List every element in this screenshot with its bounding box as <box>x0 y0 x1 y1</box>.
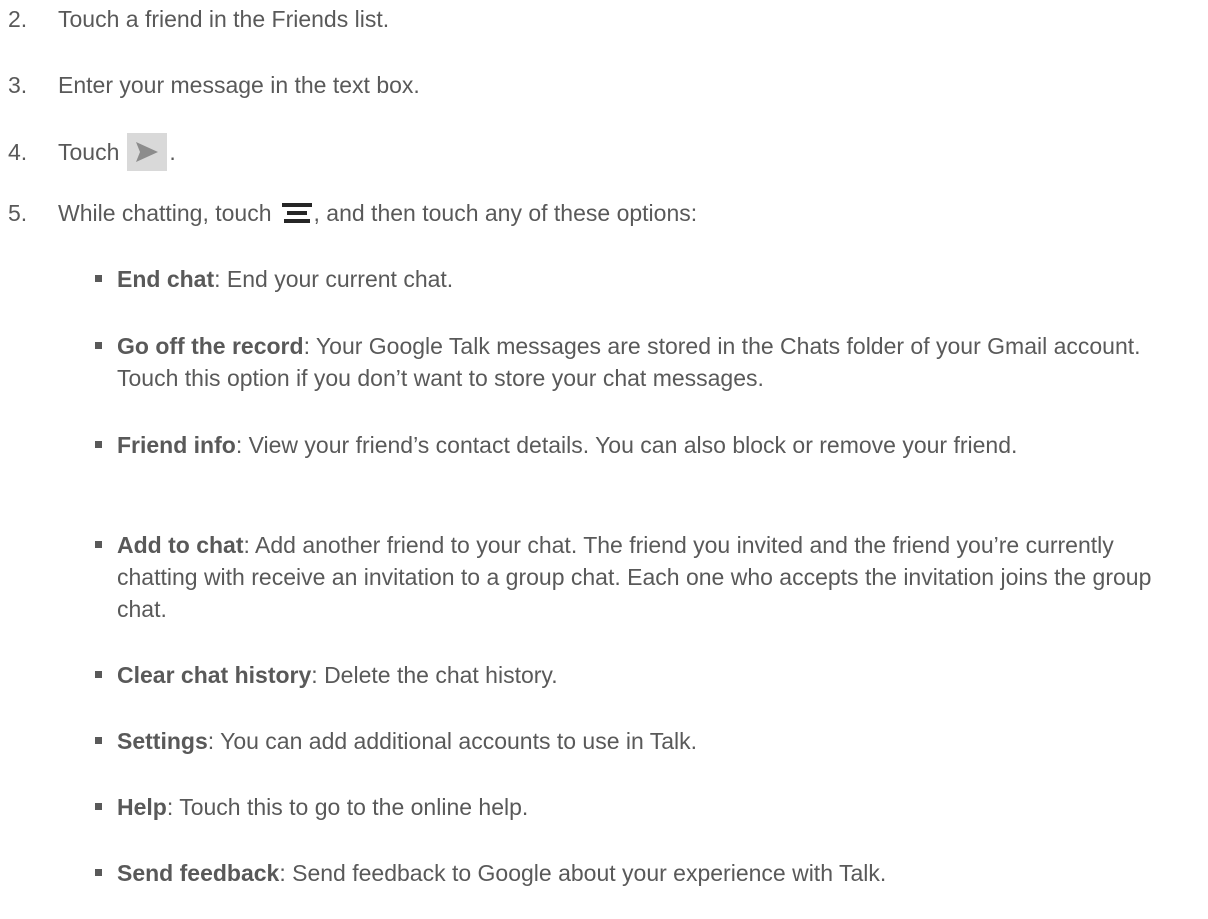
bullet-icon <box>95 791 117 823</box>
step-4: 4. Touch . <box>8 132 1200 172</box>
option-end-chat: End chat: End your current chat. <box>95 263 1198 295</box>
option-term: Go off the record <box>117 333 304 359</box>
step-text: Touch a friend in the Friends list. <box>58 6 390 32</box>
option-clear-chat-history: Clear chat history: Delete the chat hist… <box>95 659 1198 691</box>
option-friend-info: Friend info: View your friend’s contact … <box>95 429 1198 461</box>
step-number: 2. <box>8 6 28 32</box>
option-desc: : Touch this to go to the online help. <box>166 794 529 820</box>
option-term: Settings <box>117 728 208 754</box>
option-desc: : End your current chat. <box>214 266 454 292</box>
step-text: While chatting, touch <box>58 200 272 226</box>
menu-icon <box>281 203 312 223</box>
option-term: Send feedback <box>117 860 280 886</box>
step-3: 3. Enter your message in the text box. <box>8 69 1200 101</box>
bullet-icon <box>95 429 117 461</box>
option-term: End chat <box>117 266 215 292</box>
option-desc: : Delete the chat history. <box>311 662 558 688</box>
step-text-end: . <box>169 139 176 165</box>
option-desc: : You can add additional accounts to use… <box>207 728 698 754</box>
option-term: Help <box>117 794 167 820</box>
option-desc: : View your friend’s contact details. Yo… <box>235 432 1018 458</box>
step-text: Enter your message in the text box. <box>58 72 420 98</box>
bullet-icon <box>95 263 117 295</box>
step-number: 4. <box>8 139 28 165</box>
option-term: Clear chat history <box>117 662 312 688</box>
option-term: Add to chat <box>117 532 244 558</box>
option-desc: : Add another friend to your chat. The f… <box>117 532 1152 622</box>
bullet-icon <box>95 857 117 889</box>
bullet-icon <box>95 725 117 757</box>
option-add-to-chat: Add to chat: Add another friend to your … <box>95 529 1198 625</box>
step-2: 2. Touch a friend in the Friends list. <box>8 3 1200 35</box>
option-go-off-the-record: Go off the record: Your Google Talk mess… <box>95 330 1198 394</box>
option-settings: Settings: You can add additional account… <box>95 725 1198 757</box>
option-help: Help: Touch this to go to the online hel… <box>95 791 1198 823</box>
bullet-icon <box>95 330 117 362</box>
bullet-icon <box>95 659 117 691</box>
step-number: 5. <box>8 200 28 226</box>
bullet-icon <box>95 529 117 561</box>
step-text: Touch <box>58 139 120 165</box>
option-send-feedback: Send feedback: Send feedback to Google a… <box>95 857 1198 889</box>
send-icon <box>127 133 168 171</box>
step-number: 3. <box>8 72 28 98</box>
step-5: 5. While chatting, touch , and then touc… <box>8 197 1200 229</box>
step-text-end: , and then touch any of these options: <box>313 200 698 226</box>
option-desc: : Send feedback to Google about your exp… <box>279 860 887 886</box>
option-term: Friend info <box>117 432 236 458</box>
